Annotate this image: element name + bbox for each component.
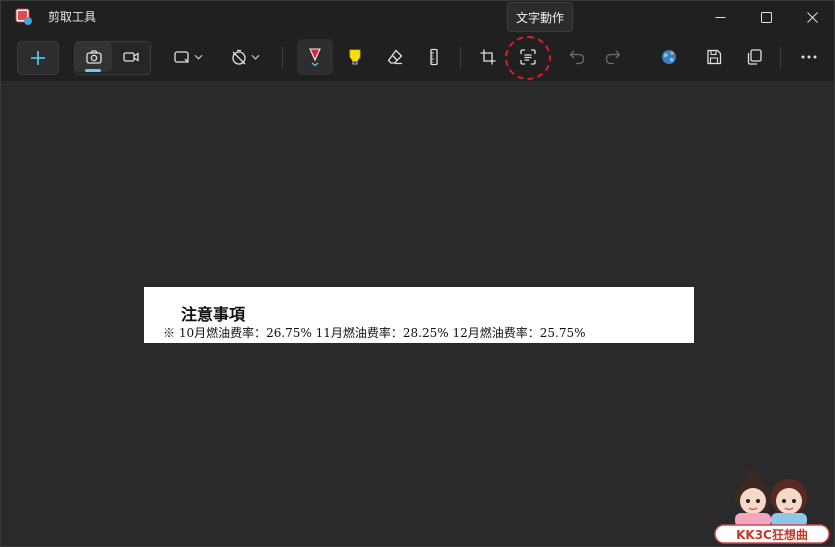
undo-button[interactable] (560, 41, 594, 73)
close-icon (806, 11, 818, 23)
more-button[interactable] (792, 41, 826, 73)
title-bar: 剪取工具 文字動作 (1, 1, 834, 33)
delay-dropdown[interactable] (223, 41, 267, 73)
ruler-icon (430, 48, 438, 66)
video-mode-button[interactable] (112, 41, 149, 73)
undo-icon (569, 50, 585, 65)
highlighter-button[interactable] (338, 41, 372, 73)
active-mode-underline (85, 69, 101, 72)
edit-in-paint-button[interactable] (652, 41, 686, 73)
save-button[interactable] (697, 41, 731, 73)
close-button[interactable] (789, 1, 835, 33)
annotation-circle (505, 36, 551, 80)
toolbar-divider (282, 47, 283, 69)
redo-button[interactable] (596, 41, 630, 73)
app-icon (15, 8, 32, 25)
app-title: 剪取工具 (48, 10, 97, 24)
snip-text-line: ※ 10月燃油费率：26.75% 11月燃油费率：28.25% 12月燃油费率：… (163, 326, 586, 340)
maximize-icon (760, 11, 772, 23)
ballpoint-pen-button[interactable] (297, 39, 333, 75)
no-delay-timer-icon (232, 49, 246, 65)
eraser-button[interactable] (378, 41, 412, 73)
maximize-button[interactable] (743, 1, 789, 33)
chevron-down-icon (251, 54, 260, 60)
rectangle-snip-icon (174, 51, 189, 63)
watermark-text: KK3C狂想曲 (736, 528, 808, 542)
ruler-button[interactable] (417, 41, 451, 73)
crop-button[interactable] (471, 41, 505, 73)
text-actions-tooltip: 文字動作 (507, 2, 574, 32)
captured-snip[interactable]: 注意事項 ※ 10月燃油费率：26.75% 11月燃油费率：28.25% 12月… (144, 287, 694, 343)
plus-icon (31, 51, 45, 65)
copy-icon (747, 49, 762, 65)
toolbar-divider (460, 47, 461, 69)
minimize-icon (715, 16, 725, 18)
crop-icon (480, 49, 496, 65)
pen-icon (309, 48, 321, 67)
new-snip-button[interactable] (17, 41, 59, 75)
video-camera-icon (122, 52, 139, 62)
copy-button[interactable] (737, 41, 771, 73)
toolbar-divider (780, 47, 781, 69)
minimize-button[interactable] (697, 1, 743, 33)
highlighter-icon (349, 49, 361, 65)
paint-globe-icon (662, 50, 676, 64)
toolbar (1, 33, 834, 81)
snip-title: 注意事項 (181, 305, 246, 324)
save-icon (707, 49, 722, 65)
camera-icon (85, 50, 102, 64)
snip-shape-dropdown[interactable] (166, 41, 210, 73)
snipping-tool-window: 剪取工具 文字動作 注意事項 ※ 10月燃油费率：26.75% 11月燃油费率：… (0, 0, 835, 547)
redo-icon (605, 50, 621, 65)
more-icon (801, 55, 817, 59)
eraser-icon (387, 49, 403, 65)
chevron-down-icon (194, 54, 203, 60)
